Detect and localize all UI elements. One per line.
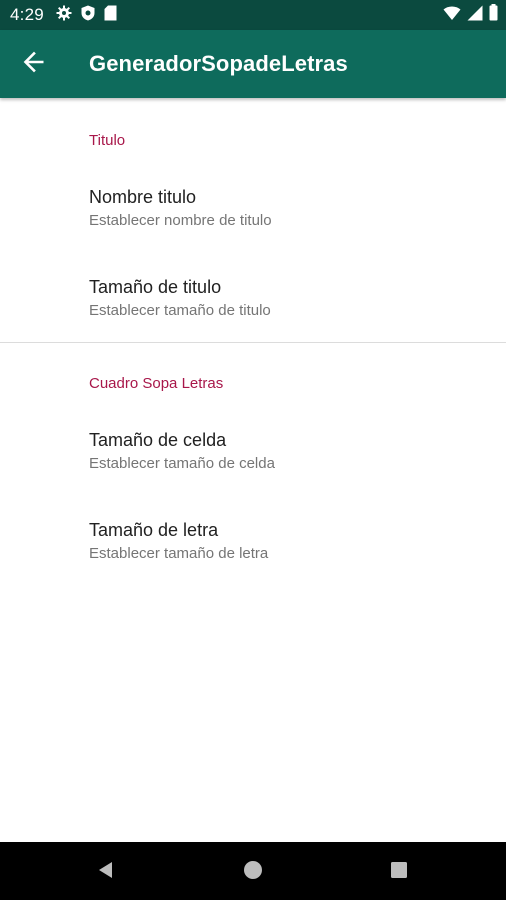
shield-icon	[81, 5, 95, 26]
battery-icon	[489, 4, 498, 26]
home-circle-icon	[243, 860, 263, 885]
gear-icon	[56, 5, 72, 26]
status-time: 4:29	[10, 5, 44, 24]
status-system-icons	[443, 4, 498, 26]
pref-tamano-letra[interactable]: Tamaño de letra Establecer tamaño de let…	[0, 505, 506, 591]
recents-square-icon	[389, 860, 409, 885]
category-title-cuadro-sopa-letras: Cuadro Sopa Letras	[89, 375, 224, 392]
app-bar: GeneradorSopadeLetras	[0, 30, 506, 98]
pref-tamano-titulo[interactable]: Tamaño de titulo Establecer tamaño de ti…	[0, 262, 506, 348]
cellular-signal-icon	[467, 5, 483, 26]
pref-title: Nombre titulo	[89, 187, 197, 207]
pref-title: Tamaño de titulo	[89, 277, 222, 297]
nav-back-button[interactable]	[92, 858, 120, 886]
status-bar: 4:29	[0, 0, 506, 30]
pref-summary: Establecer tamaño de letra	[89, 545, 269, 562]
category-title-titulo: Titulo	[89, 132, 126, 149]
category-divider	[0, 342, 506, 343]
pref-summary: Establecer nombre de titulo	[89, 212, 272, 229]
navigation-bar	[0, 842, 506, 900]
nav-recents-button[interactable]	[385, 858, 413, 886]
arrow-back-icon	[23, 51, 45, 78]
status-notification-icons	[56, 5, 117, 26]
back-button[interactable]	[18, 48, 50, 80]
sd-card-icon	[104, 5, 117, 26]
pref-title: Tamaño de letra	[89, 520, 219, 540]
pref-summary: Establecer tamaño de titulo	[89, 302, 271, 319]
nav-home-button[interactable]	[239, 858, 267, 886]
pref-nombre-titulo[interactable]: Nombre titulo Establecer nombre de titul…	[0, 172, 506, 258]
back-triangle-icon	[96, 860, 116, 885]
app-title: GeneradorSopadeLetras	[89, 51, 348, 76]
wifi-icon	[443, 5, 461, 26]
pref-summary: Establecer tamaño de celda	[89, 455, 275, 472]
pref-tamano-celda[interactable]: Tamaño de celda Establecer tamaño de cel…	[0, 415, 506, 501]
pref-title: Tamaño de celda	[89, 430, 227, 450]
